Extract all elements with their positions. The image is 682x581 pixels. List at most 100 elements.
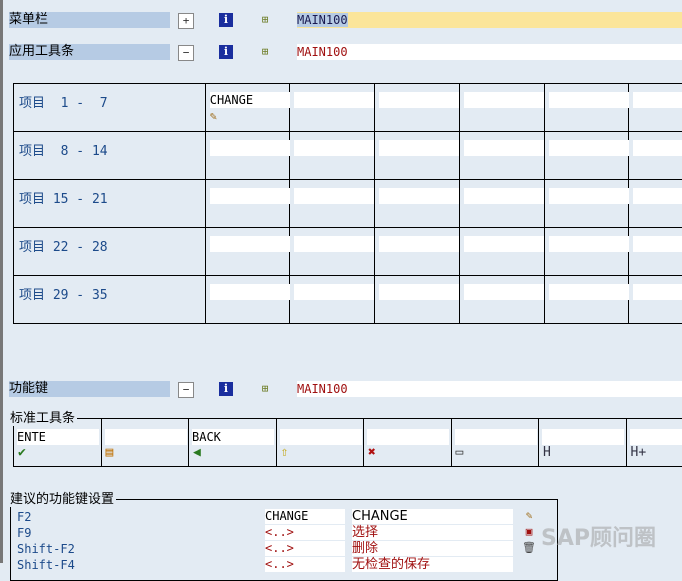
- items-row: 项目 1 - 7CHANGE✎: [14, 84, 682, 132]
- items-row-label: 项目 8 - 14: [14, 132, 206, 179]
- expand-icon[interactable]: +: [178, 13, 194, 29]
- find-icon[interactable]: H: [543, 446, 551, 460]
- back-icon[interactable]: ◀: [193, 446, 201, 460]
- function-key-label: F9: [17, 525, 31, 541]
- function-text-input[interactable]: 选择: [352, 525, 513, 540]
- item-input[interactable]: [379, 236, 459, 252]
- function-code-input[interactable]: <..>: [265, 541, 345, 556]
- function-code-input[interactable]: <..>: [265, 525, 345, 540]
- item-cell: [460, 276, 545, 323]
- print-icon[interactable]: ▭: [456, 446, 464, 460]
- hierarchy-icon[interactable]: ⊞: [258, 13, 272, 27]
- item-input[interactable]: [633, 92, 682, 108]
- suggested-keys-frame: F2CHANGECHANGEF9<..>选择Shift-F2<..>删除Shif…: [10, 499, 558, 581]
- item-input[interactable]: [549, 92, 629, 108]
- toolbar-slot: ▤: [102, 419, 190, 466]
- items-row: 项目 22 - 28: [14, 228, 682, 276]
- item-input[interactable]: [379, 140, 459, 156]
- item-input[interactable]: [633, 236, 682, 252]
- hierarchy-icon[interactable]: ⊞: [258, 382, 272, 396]
- toolbar-code-input[interactable]: BACK: [192, 429, 274, 445]
- item-input[interactable]: [210, 188, 290, 204]
- exit-icon[interactable]: ⇧: [281, 446, 289, 460]
- item-input[interactable]: [464, 284, 544, 300]
- item-cell: [629, 276, 682, 323]
- check-icon[interactable]: ✔: [18, 446, 26, 460]
- menu-bar-label: 菜单栏: [9, 12, 170, 28]
- items-row: 项目 15 - 21: [14, 180, 682, 228]
- item-cell: [629, 228, 682, 275]
- collapse-icon[interactable]: −: [178, 382, 194, 398]
- item-cell: [206, 132, 291, 179]
- left-border: [0, 0, 3, 563]
- item-input[interactable]: [294, 140, 374, 156]
- collapse-icon[interactable]: −: [178, 45, 194, 61]
- item-input[interactable]: [549, 188, 629, 204]
- pencil-icon[interactable]: ✎: [522, 509, 536, 523]
- item-input[interactable]: [464, 188, 544, 204]
- info-icon[interactable]: i: [219, 382, 233, 396]
- item-cell: [290, 276, 375, 323]
- item-input[interactable]: [379, 284, 459, 300]
- item-input[interactable]: [633, 188, 682, 204]
- toolbar-code-input[interactable]: [630, 429, 682, 445]
- menu-bar-input[interactable]: MAIN100: [297, 12, 682, 28]
- item-cell: [545, 132, 630, 179]
- function-text-input[interactable]: 删除: [352, 541, 513, 556]
- function-text-input[interactable]: CHANGE: [352, 509, 513, 524]
- find-next-icon[interactable]: H+: [631, 446, 647, 460]
- cancel-icon[interactable]: ✖: [368, 446, 376, 460]
- item-input[interactable]: [294, 284, 374, 300]
- item-input[interactable]: [549, 236, 629, 252]
- item-cell: [290, 228, 375, 275]
- item-cell: [290, 132, 375, 179]
- item-input[interactable]: [210, 140, 290, 156]
- item-input[interactable]: [294, 92, 374, 108]
- toolbar-slot: ✖: [364, 419, 452, 466]
- function-code-input[interactable]: CHANGE: [265, 509, 345, 524]
- app-toolbar-input[interactable]: MAIN100: [297, 44, 682, 60]
- save-icon[interactable]: ▤: [106, 446, 114, 460]
- item-input[interactable]: [210, 236, 290, 252]
- toolbar-code-input[interactable]: ENTE: [17, 429, 99, 445]
- item-input[interactable]: [549, 140, 629, 156]
- item-input[interactable]: [633, 284, 682, 300]
- item-cell: [206, 180, 291, 227]
- item-cell: [545, 84, 630, 131]
- items-row-label: 项目 15 - 21: [14, 180, 206, 227]
- toolbar-code-input[interactable]: [542, 429, 624, 445]
- item-input[interactable]: [294, 236, 374, 252]
- toolbar-slot: H: [539, 419, 627, 466]
- toolbar-slot: ⇧: [277, 419, 365, 466]
- pencil-icon[interactable]: ✎: [210, 109, 217, 123]
- item-input[interactable]: [464, 236, 544, 252]
- toolbar-slot: ▭: [452, 419, 540, 466]
- item-input[interactable]: CHANGE: [210, 92, 290, 108]
- toolbar-code-input[interactable]: [367, 429, 449, 445]
- item-input[interactable]: [549, 284, 629, 300]
- item-input[interactable]: [379, 92, 459, 108]
- toolbar-code-input[interactable]: [455, 429, 537, 445]
- item-cell: [206, 228, 291, 275]
- info-icon[interactable]: i: [219, 45, 233, 59]
- function-text-input[interactable]: 无检查的保存: [352, 557, 513, 572]
- info-icon[interactable]: i: [219, 13, 233, 27]
- function-keys-input[interactable]: MAIN100: [297, 381, 682, 397]
- item-input[interactable]: [210, 284, 290, 300]
- item-cell: [460, 132, 545, 179]
- items-row: 项目 29 - 35: [14, 276, 682, 324]
- select-icon[interactable]: ▣: [522, 525, 536, 539]
- item-input[interactable]: [379, 188, 459, 204]
- item-input[interactable]: [633, 140, 682, 156]
- toolbar-code-input[interactable]: [105, 429, 187, 445]
- items-row-label: 项目 1 - 7: [14, 84, 206, 131]
- item-input[interactable]: [464, 140, 544, 156]
- item-input[interactable]: [294, 188, 374, 204]
- hierarchy-icon[interactable]: ⊞: [258, 45, 272, 59]
- delete-icon[interactable]: 🗑: [522, 541, 536, 555]
- items-row-label: 项目 22 - 28: [14, 228, 206, 275]
- toolbar-slot: H+: [627, 419, 682, 466]
- function-code-input[interactable]: <..>: [265, 557, 345, 572]
- toolbar-code-input[interactable]: [280, 429, 362, 445]
- item-input[interactable]: [464, 92, 544, 108]
